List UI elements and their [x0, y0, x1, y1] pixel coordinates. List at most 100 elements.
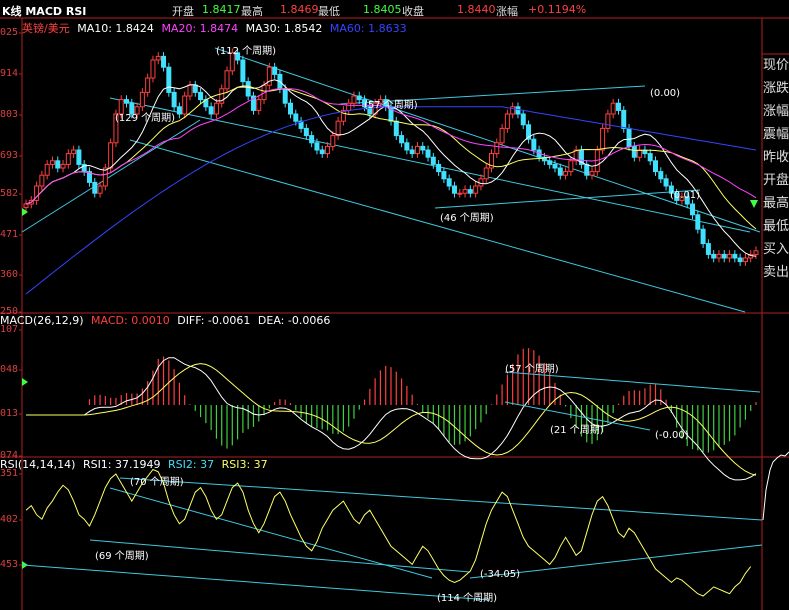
candle-body	[425, 149, 431, 158]
candle-body	[145, 77, 151, 93]
candle-body	[399, 135, 405, 144]
candle-body	[721, 253, 727, 259]
macd-legend: MACD(26,12,9) MACD: 0.0010 DIFF: -0.0061…	[0, 314, 330, 327]
dea-value: DEA: -0.0066	[257, 314, 331, 327]
candle-body	[621, 109, 627, 129]
candle-body	[60, 163, 66, 169]
candle-body	[92, 181, 98, 194]
annotation-46: (46 个周期)	[440, 213, 494, 224]
candle-body	[224, 70, 230, 90]
sidebar-item-open: 开盘	[763, 173, 789, 188]
macd-ytick: 048	[0, 364, 19, 375]
candle-body	[97, 185, 103, 194]
trendline	[21, 119, 201, 233]
candle-body	[584, 163, 590, 176]
candle-body	[309, 135, 315, 144]
candle-body	[499, 127, 505, 144]
marker-left-macd	[22, 378, 28, 386]
price-ytick: 914	[0, 68, 19, 79]
annotation-129: (129 个周期)	[115, 113, 176, 124]
rsi1-value: RSI1: 37.1949	[82, 458, 161, 471]
candle-body	[124, 99, 130, 104]
candle-body	[240, 59, 246, 83]
rsi-annotation-70: (70 个周期)	[130, 477, 184, 488]
rsi-annotation-114: (114 个周期)	[437, 593, 498, 604]
candle-body	[700, 228, 706, 245]
price-ytick: 471	[0, 229, 19, 240]
candle-body	[108, 142, 114, 169]
candle-body	[663, 178, 669, 187]
candle-body	[76, 149, 82, 165]
candle-body	[356, 95, 362, 101]
annotation-001: (0.01)	[670, 190, 701, 201]
rsi-annotation-69: (69 个周期)	[95, 551, 149, 562]
candle-body	[515, 106, 521, 115]
macd-value: MACD: 0.0010	[91, 314, 170, 327]
marker-down-arrow	[750, 200, 758, 208]
rsi3-value: RSI3: 37	[221, 458, 268, 471]
candle-body	[171, 91, 177, 108]
candle-body	[473, 185, 479, 194]
macd-annotation-zero: (-0.00)	[655, 430, 689, 441]
candle-body	[690, 203, 696, 216]
candle-body	[293, 113, 299, 122]
rsi-edge-line	[762, 451, 789, 521]
candle-body	[319, 149, 325, 155]
sidebar-item-bid: 买入	[763, 242, 789, 257]
candle-body	[346, 102, 352, 111]
rsi-annotation-3405: (-34.05)	[480, 569, 521, 580]
ma30-label: MA30: 1.8542	[245, 22, 323, 35]
candle-body	[494, 142, 500, 155]
candle-body	[716, 253, 722, 259]
sidebar-item-ask: 卖出	[763, 265, 789, 280]
rsi-ytick: 351	[0, 468, 19, 479]
candle-body	[256, 99, 262, 111]
candle-body	[420, 145, 426, 151]
macd-ytick: 107	[0, 324, 19, 335]
candle-body	[330, 135, 336, 147]
candle-body	[695, 214, 701, 230]
candle-body	[303, 127, 309, 137]
diff-value: DIFF: -0.0061	[177, 314, 251, 327]
sidebar-item-pct: 涨幅	[763, 104, 789, 119]
candle-body	[631, 145, 637, 158]
ma20-label: MA20: 1.8474	[161, 22, 239, 35]
candle-body	[182, 95, 188, 115]
marker-left-price	[22, 208, 28, 216]
candle-body	[39, 174, 45, 187]
annotation-57: (57 个周期)	[364, 100, 418, 111]
candle-body	[23, 203, 29, 209]
candle-body	[658, 171, 664, 180]
candle-body	[55, 160, 61, 169]
candle-body	[166, 66, 172, 93]
rsi2-value: RSI2: 37	[168, 458, 215, 471]
candle-body	[531, 138, 537, 151]
candle-body	[652, 160, 658, 173]
price-ytick: 803	[0, 109, 19, 120]
candle-body	[393, 120, 399, 137]
quote-sidebar: 现价 涨跌 涨幅 震幅 昨收 开盘 最高 最低 买入 卖出	[763, 54, 789, 284]
candle-body	[335, 120, 341, 137]
candle-body	[483, 167, 489, 180]
candle-body	[563, 171, 569, 176]
candle-body	[552, 163, 558, 169]
candle-body	[732, 253, 738, 259]
candle-body	[547, 160, 553, 165]
rsi-trendline	[119, 477, 763, 521]
price-ytick: 693	[0, 150, 19, 161]
price-ytick: 250	[0, 306, 19, 317]
candle-body	[44, 163, 50, 176]
candle-body	[589, 171, 595, 176]
candle-body	[71, 149, 77, 155]
candle-body	[213, 102, 219, 115]
candle-body	[637, 149, 643, 158]
candle-body	[282, 88, 288, 104]
symbol-label: 英镑/美元	[22, 22, 70, 35]
candle-body	[441, 171, 447, 180]
candle-body	[414, 145, 420, 155]
candle-body	[187, 84, 193, 97]
candle-body	[155, 55, 161, 61]
candle-body	[287, 102, 293, 115]
candle-body	[610, 102, 616, 115]
rsi-line	[25, 468, 752, 597]
